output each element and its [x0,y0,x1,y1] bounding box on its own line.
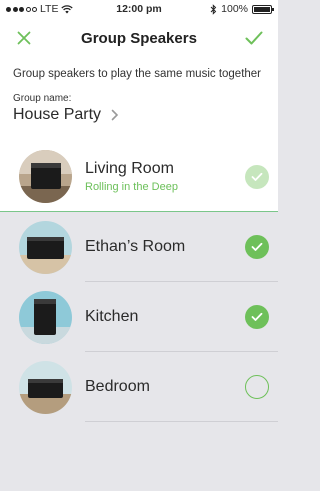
group-description: Group speakers to play the same music to… [13,68,262,80]
status-bar: LTE 12:00 pm 100% [0,0,278,18]
carrier-label: LTE [40,3,59,15]
chevron-right-icon [111,109,119,121]
speaker-image [19,150,72,203]
checkmark-icon [251,172,263,181]
checkmark-icon [245,31,263,45]
battery-area: 100% [210,3,274,15]
signal-strength-icon [6,6,37,12]
room-select-toggle[interactable] [245,375,269,399]
page-title: Group Speakers [81,29,197,47]
group-name-row[interactable]: House Party [13,106,265,124]
battery-icon [252,4,274,14]
room-select-toggle[interactable] [245,164,269,189]
group-name-label: Group name: [13,93,72,104]
room-row-kitchen[interactable]: Kitchen [0,282,278,352]
room-row-bedroom[interactable]: Bedroom [0,352,278,422]
room-name: Bedroom [85,378,150,395]
row-divider [85,421,278,422]
room-row-living-room[interactable]: Living Room Rolling in the Deep [0,142,278,212]
confirm-button[interactable] [234,18,274,58]
room-select-toggle[interactable] [245,305,269,329]
close-icon [17,31,31,45]
checkmark-icon [251,312,263,321]
room-name: Living Room [85,160,174,177]
speaker-image [19,360,72,414]
wifi-icon [61,4,74,13]
room-name: Kitchen [85,308,139,325]
group-header: Group speakers to play the same music to… [0,58,278,142]
signal-area: LTE [6,3,74,15]
bluetooth-icon [210,3,217,15]
now-playing-track: Rolling in the Deep [85,181,178,193]
speaker-image [19,220,72,274]
room-row-ethans-room[interactable]: Ethan’s Room [0,212,278,282]
nav-bar: Group Speakers [0,18,278,58]
battery-percent: 100% [221,3,248,15]
room-select-toggle[interactable] [245,235,269,259]
room-name: Ethan’s Room [85,238,186,255]
speaker-image [19,290,72,344]
checkmark-icon [251,242,263,251]
group-name-value: House Party [13,106,102,123]
close-button[interactable] [4,18,44,58]
